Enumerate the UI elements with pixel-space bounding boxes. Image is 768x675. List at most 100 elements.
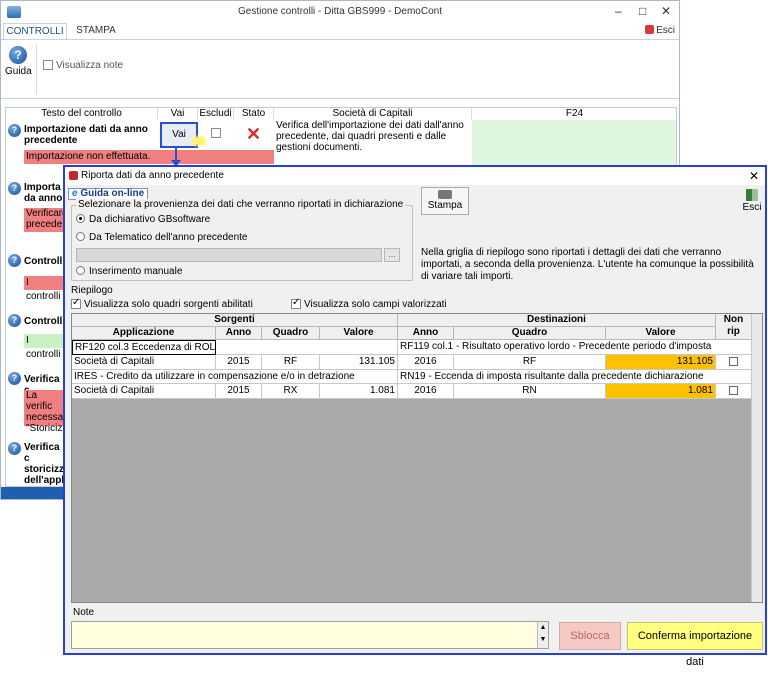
row-help-icon[interactable]: ? [8,372,21,385]
exit-icon [645,25,655,34]
row-status: Importazione non effettuata. [24,150,274,164]
row-status: La verific necessar "Storicizz [24,390,68,434]
note-scrollbar[interactable]: ▲ ▼ [537,622,548,648]
ribbon: ? Guida Visualizza note [1,39,679,99]
ribbon-tabs: CONTROLLI STAMPA Esci [1,23,679,39]
telematico-file-input[interactable] [76,248,382,262]
visualizza-note-checkbox[interactable]: Visualizza note [43,60,123,71]
cell-valore-src: 1.081 [320,384,398,399]
checkbox-icon [71,297,81,309]
row-dst-desc: RF119 col.1 - Risultato operativo lordo … [398,340,752,355]
header-valore-src: Valore [320,327,398,340]
header-valore-dst: Valore [606,327,716,340]
guida-button[interactable]: ? Guida [5,46,32,77]
stampa-button[interactable]: Stampa [421,187,469,215]
row-title: Controlli [24,256,66,267]
cell-anno-dst: 2016 [398,355,454,370]
cell-anno-dst: 2016 [398,384,454,399]
chk-sorgenti-abilitati[interactable]: Visualizza solo quadri sorgenti abilitat… [71,297,253,310]
dialog-close-icon[interactable]: ✕ [749,169,759,183]
riporta-dati-dialog: Riporta dati da anno precedente ✕ e Guid… [63,165,767,668]
row-help-icon[interactable]: ? [8,124,21,137]
row-src-desc: IRES - Credito da utilizzare in compensa… [72,370,398,384]
minimize-icon[interactable]: – [615,4,622,18]
exit-door-icon [746,189,758,201]
header-non-rip: Non rip [716,314,752,340]
row-help-icon[interactable]: ? [8,442,21,455]
checkbox-icon [291,297,301,309]
visualizza-note-label: Visualizza note [56,60,124,71]
note-textarea[interactable]: ▲ ▼ [71,621,549,649]
esci-dialog-button[interactable]: Esci [739,187,765,213]
dialog-title: Riporta dati da anno precedente [81,170,224,181]
row-src-desc[interactable]: RF120 col.3 Eccedenza di ROL riportabile [72,340,216,355]
note-label: Note [73,607,95,618]
ribbon-divider [36,44,37,94]
chk-sorgenti-label: Visualizza solo quadri sorgenti abilitat… [84,299,253,310]
table-scrollbar[interactable] [751,314,762,602]
row-dst-desc: RN19 - Eccenda di imposta risultante dal… [398,370,752,384]
radio-dichiarativo[interactable]: Da dichiarativo GBsoftware [76,214,210,225]
browse-button[interactable]: ... [384,248,400,262]
row-help-icon[interactable]: ? [8,182,21,195]
cell-applicazione: Società di Capitali [72,384,216,399]
esci-label: Esci [656,25,675,36]
cell-non-rip [716,355,752,370]
esci-button[interactable]: Esci [645,25,675,36]
tab-stampa[interactable]: STAMPA [73,23,119,39]
riepilogo-table: Sorgenti Destinazioni Non rip Applicazio… [71,313,763,603]
row-description: Verifica dell'importazione dei dati dall… [276,120,472,168]
radio-label: Inserimento manuale [89,266,183,277]
col-f24: F24 [472,108,676,120]
cell-valore-dst[interactable]: 131.105 [606,355,716,370]
cell-valore-dst[interactable]: 1.081 [606,384,716,399]
cell-anno-src: 2015 [216,355,262,370]
riepilogo-table-body: Sorgenti Destinazioni Non rip Applicazio… [72,314,752,399]
escludi-checkbox[interactable] [211,128,221,138]
maximize-icon[interactable]: □ [639,4,646,18]
provenienza-label: Selezionare la provenienza dei dati che … [76,199,406,210]
radio-manuale[interactable]: Inserimento manuale [76,266,182,277]
help-icon: ? [9,46,27,64]
cell-non-rip [716,384,752,399]
main-window-title: Gestione controlli - Ditta GBS999 - Demo… [238,6,442,17]
cell-anno-src: 2015 [216,384,262,399]
row-status: I controlli [24,334,64,360]
conferma-importazione-button[interactable]: Conferma importazione dati [627,622,763,668]
row-status: I controlli [24,276,64,302]
col-vai: Vai [158,108,198,120]
header-destinazioni: Destinazioni [398,314,716,327]
dialog-titlebar: Riporta dati da anno precedente ✕ [65,167,765,185]
provenienza-group: Selezionare la provenienza dei dati che … [71,199,413,281]
row-status: Verificare precede [24,208,68,232]
cursor-highlight [189,134,209,148]
header-sorgenti: Sorgenti [72,314,398,327]
chk-valorizzati-label: Visualizza solo campi valorizzati [304,299,447,310]
radio-icon [76,232,85,241]
checkbox-icon [43,60,53,70]
stampa-label: Stampa [427,200,463,211]
close-icon[interactable]: ✕ [661,4,671,18]
cell-quadro-src: RF [262,355,320,370]
info-text: Nella griglia di riepilogo sono riportat… [421,247,754,282]
non-rip-checkbox[interactable] [729,386,738,395]
note-group: Note ▲ ▼ [71,607,551,651]
col-testo: Testo del controllo [6,108,158,120]
tab-controlli[interactable]: CONTROLLI [3,23,67,39]
header-quadro-src: Quadro [262,327,320,340]
row-help-icon[interactable]: ? [8,254,21,267]
row-help-icon[interactable]: ? [8,314,21,327]
header-quadro-dst: Quadro [454,327,606,340]
non-rip-checkbox[interactable] [729,357,738,366]
radio-telematico[interactable]: Da Telematico dell'anno precedente [76,232,248,243]
radio-icon [76,266,85,275]
col-societa: Società di Capitali [274,108,472,120]
row-title: Importazione dati da anno precedente [24,124,148,146]
ie-icon: e [72,188,78,199]
guida-online-label: Guida on-line [80,188,145,199]
main-titlebar: Gestione controlli - Ditta GBS999 - Demo… [1,1,679,23]
chk-campi-valorizzati[interactable]: Visualizza solo campi valorizzati [291,297,447,310]
row-f24-cell [472,120,676,168]
sblocca-button[interactable]: Sblocca [559,622,621,650]
cell-quadro-dst: RF [454,355,606,370]
